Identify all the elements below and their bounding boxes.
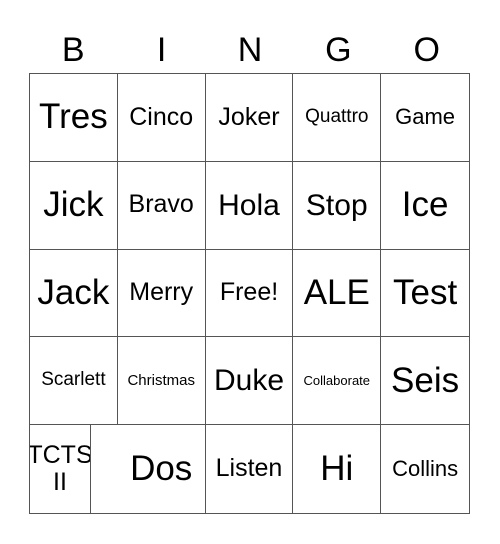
header-letter-b: B <box>61 31 85 69</box>
header-letter-i: I <box>156 31 167 69</box>
bingo-cell[interactable]: Seis <box>381 337 469 426</box>
bingo-cell[interactable]: Dos <box>118 425 206 513</box>
header-letter-o: O <box>413 31 440 69</box>
bingo-cell[interactable]: Scarlett <box>30 337 118 426</box>
bingo-cell[interactable]: Bravo <box>117 161 206 250</box>
bingo-cell[interactable]: Merry <box>117 249 206 338</box>
bingo-header: B I N G O <box>29 28 471 72</box>
bingo-cell[interactable]: Jack <box>30 249 118 338</box>
bingo-cell[interactable]: Ice <box>381 162 469 250</box>
bingo-cell[interactable]: Hi <box>293 425 382 513</box>
bingo-cell[interactable]: Game <box>381 74 469 162</box>
bingo-cell[interactable]: ALE <box>293 249 382 338</box>
bingo-cell[interactable]: Duke <box>205 337 294 426</box>
bingo-cell[interactable]: TCTS II <box>30 425 91 513</box>
bingo-grid: Tres Cinco Joker Quattro Game Jick Bravo Hola St… <box>29 73 470 514</box>
bingo-cell[interactable]: Hola <box>205 161 294 250</box>
bingo-cell[interactable]: Jick <box>30 161 118 250</box>
bingo-cell[interactable]: Christmas <box>117 337 206 426</box>
header-letter-g: G <box>325 31 352 69</box>
bingo-cell[interactable]: Quattro <box>293 74 382 162</box>
bingo-cell[interactable]: Test <box>381 250 469 338</box>
bingo-cell[interactable]: Listen <box>206 425 294 513</box>
bingo-cell[interactable]: Free! <box>205 249 294 338</box>
bingo-cell[interactable]: Cinco <box>117 74 206 162</box>
bingo-cell[interactable]: Stop <box>293 161 382 250</box>
bingo-cell[interactable]: Collaborate <box>293 337 382 426</box>
header-letter-n: N <box>237 31 263 69</box>
bingo-cell[interactable]: Tres <box>30 74 118 162</box>
bingo-cell[interactable]: Collins <box>381 425 469 513</box>
bingo-cell[interactable]: Joker <box>205 74 294 162</box>
